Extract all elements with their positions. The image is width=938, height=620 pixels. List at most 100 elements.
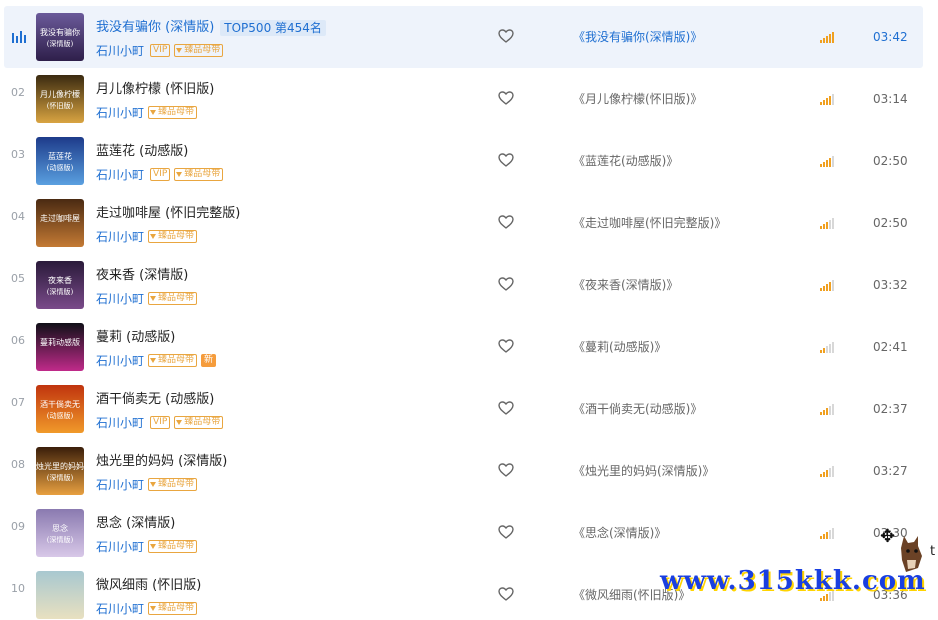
heart-icon[interactable]: [498, 153, 514, 167]
heart-icon[interactable]: [498, 29, 514, 43]
quality-signal-icon: [820, 94, 838, 105]
album-cover[interactable]: 我没有骗你 (深情版): [36, 13, 84, 61]
artist-link[interactable]: 石川小町: [96, 414, 144, 431]
song-meta: 石川小町 臻品母带: [96, 228, 198, 245]
heart-icon[interactable]: [498, 339, 514, 353]
song-row[interactable]: 09 思念 (深情版) 思念 (深情版) 石川小町 臻品母带 《思念(深情版)》 03:30: [0, 496, 938, 558]
song-title-text[interactable]: 走过咖啡屋 (怀旧完整版): [96, 206, 240, 222]
artist-link[interactable]: 石川小町: [96, 290, 144, 307]
song-title[interactable]: 蔓莉 (动感版): [96, 330, 175, 346]
song-duration: 03:32: [873, 278, 908, 292]
song-title[interactable]: 酒干倘卖无 (动感版): [96, 392, 214, 408]
cover-text: 蔓莉动感版: [40, 337, 80, 347]
song-row[interactable]: 03 蓝莲花 (动感版) 蓝莲花 (动感版) 石川小町 VIP 臻品母带 《蓝莲花(动感版)》…: [0, 124, 938, 186]
master-tape-badge: 臻品母带: [174, 44, 224, 57]
artist-link[interactable]: 石川小町: [96, 166, 144, 183]
song-row[interactable]: 08 烛光里的妈妈 (深情版) 烛光里的妈妈 (深情版) 石川小町 臻品母带 《烛光里的妈妈…: [0, 434, 938, 496]
artist-link[interactable]: 石川小町: [96, 104, 144, 121]
triangle-icon: [176, 48, 183, 53]
master-tape-label: 臻品母带: [184, 417, 221, 427]
song-row[interactable]: 05 夜来香 (深情版) 夜来香 (深情版) 石川小町 臻品母带 《夜来香(深情版)》 03:…: [0, 248, 938, 310]
album-cover[interactable]: 蔓莉动感版: [36, 323, 84, 371]
cover-text: 烛光里的妈妈: [36, 461, 84, 471]
cover-text: (深情版): [47, 535, 74, 544]
album-cover[interactable]: 酒干倘卖无 (动感版): [36, 385, 84, 433]
heart-icon[interactable]: [498, 525, 514, 539]
song-title[interactable]: 月儿像柠檬 (怀旧版): [96, 82, 214, 98]
song-row[interactable]: 我没有骗你 (深情版) 我没有骗你 (深情版) TOP500 第454名 石川小町 VIP…: [0, 0, 938, 68]
heart-icon[interactable]: [498, 91, 514, 105]
master-tape-badge: 臻品母带: [148, 602, 198, 615]
master-tape-label: 臻品母带: [158, 231, 195, 241]
heart-icon[interactable]: [498, 587, 514, 601]
song-title-text[interactable]: 蓝莲花 (动感版): [96, 144, 188, 160]
album-cover[interactable]: [36, 571, 84, 619]
song-title-text[interactable]: 酒干倘卖无 (动感版): [96, 392, 214, 408]
song-title[interactable]: 夜来香 (深情版): [96, 268, 188, 284]
album-link[interactable]: 《夜来香(深情版)》: [573, 278, 678, 292]
cover-text: 走过咖啡屋: [40, 213, 80, 223]
song-title[interactable]: 烛光里的妈妈 (深情版): [96, 454, 227, 470]
master-tape-badge: 臻品母带: [148, 478, 198, 491]
triangle-icon: [150, 606, 157, 611]
song-title-text[interactable]: 微风细雨 (怀旧版): [96, 578, 201, 594]
album-link[interactable]: 《思念(深情版)》: [573, 526, 666, 540]
album-cover[interactable]: 蓝莲花 (动感版): [36, 137, 84, 185]
song-row[interactable]: 07 酒干倘卖无 (动感版) 酒干倘卖无 (动感版) 石川小町 VIP 臻品母带 《酒干倘卖无…: [0, 372, 938, 434]
album-link[interactable]: 《蔓莉(动感版)》: [573, 340, 666, 354]
song-title-text[interactable]: 月儿像柠檬 (怀旧版): [96, 82, 214, 98]
album-cover[interactable]: 夜来香 (深情版): [36, 261, 84, 309]
album-link[interactable]: 《蓝莲花(动感版)》: [573, 154, 678, 168]
master-tape-label: 臻品母带: [184, 45, 221, 55]
rank-badge[interactable]: TOP500 第454名: [220, 20, 326, 36]
album-link[interactable]: 《烛光里的妈妈(深情版)》: [573, 464, 714, 478]
artist-link[interactable]: 石川小町: [96, 228, 144, 245]
quality-signal-icon: [820, 218, 838, 229]
song-index: 09: [11, 520, 25, 533]
song-title-text[interactable]: 夜来香 (深情版): [96, 268, 188, 284]
quality-signal-icon: [820, 156, 838, 167]
song-title-text[interactable]: 我没有骗你 (深情版): [96, 20, 214, 36]
song-title[interactable]: 走过咖啡屋 (怀旧完整版): [96, 206, 240, 222]
heart-icon[interactable]: [498, 277, 514, 291]
master-tape-badge: 臻品母带: [148, 540, 198, 553]
album-cover[interactable]: 思念 (深情版): [36, 509, 84, 557]
master-tape-badge: 臻品母带: [148, 230, 198, 243]
cover-text: 夜来香: [48, 275, 72, 285]
song-row[interactable]: 04 走过咖啡屋 走过咖啡屋 (怀旧完整版) 石川小町 臻品母带 《走过咖啡屋(怀旧完整版…: [0, 186, 938, 248]
album-cover[interactable]: 烛光里的妈妈 (深情版): [36, 447, 84, 495]
song-title[interactable]: 思念 (深情版): [96, 516, 175, 532]
album-link[interactable]: 《走过咖啡屋(怀旧完整版)》: [573, 216, 726, 230]
artist-link[interactable]: 石川小町: [96, 352, 144, 369]
song-title-text[interactable]: 烛光里的妈妈 (深情版): [96, 454, 227, 470]
song-title[interactable]: 微风细雨 (怀旧版): [96, 578, 201, 594]
quality-signal-icon: [820, 342, 838, 353]
song-row[interactable]: 06 蔓莉动感版 蔓莉 (动感版) 石川小町 臻品母带新 《蔓莉(动感版)》 02:41: [0, 310, 938, 372]
song-title-text[interactable]: 思念 (深情版): [96, 516, 175, 532]
master-tape-label: 臻品母带: [158, 603, 195, 613]
album-cover[interactable]: 月儿像柠檬 (怀旧版): [36, 75, 84, 123]
album-cover[interactable]: 走过咖啡屋: [36, 199, 84, 247]
triangle-icon: [176, 172, 183, 177]
artist-link[interactable]: 石川小町: [96, 42, 144, 59]
cover-text: (动感版): [47, 163, 74, 172]
cover-text: 蓝莲花: [48, 151, 72, 161]
heart-icon[interactable]: [498, 215, 514, 229]
song-duration: 03:27: [873, 464, 908, 478]
album-link[interactable]: 《酒干倘卖无(动感版)》: [573, 402, 702, 416]
heart-icon[interactable]: [498, 401, 514, 415]
heart-icon[interactable]: [498, 463, 514, 477]
song-title-text[interactable]: 蔓莉 (动感版): [96, 330, 175, 346]
song-row[interactable]: 02 月儿像柠檬 (怀旧版) 月儿像柠檬 (怀旧版) 石川小町 臻品母带 《月儿像柠檬(怀旧…: [0, 62, 938, 124]
song-duration: 02:37: [873, 402, 908, 416]
song-meta: 石川小町 臻品母带新: [96, 352, 217, 369]
song-index: 07: [11, 396, 25, 409]
now-playing-icon: [12, 31, 28, 43]
artist-link[interactable]: 石川小町: [96, 600, 144, 617]
artist-link[interactable]: 石川小町: [96, 538, 144, 555]
song-title[interactable]: 蓝莲花 (动感版): [96, 144, 188, 160]
album-link[interactable]: 《我没有骗你(深情版)》: [573, 30, 702, 44]
song-title[interactable]: 我没有骗你 (深情版) TOP500 第454名: [96, 20, 326, 36]
artist-link[interactable]: 石川小町: [96, 476, 144, 493]
album-link[interactable]: 《月儿像柠檬(怀旧版)》: [573, 92, 702, 106]
